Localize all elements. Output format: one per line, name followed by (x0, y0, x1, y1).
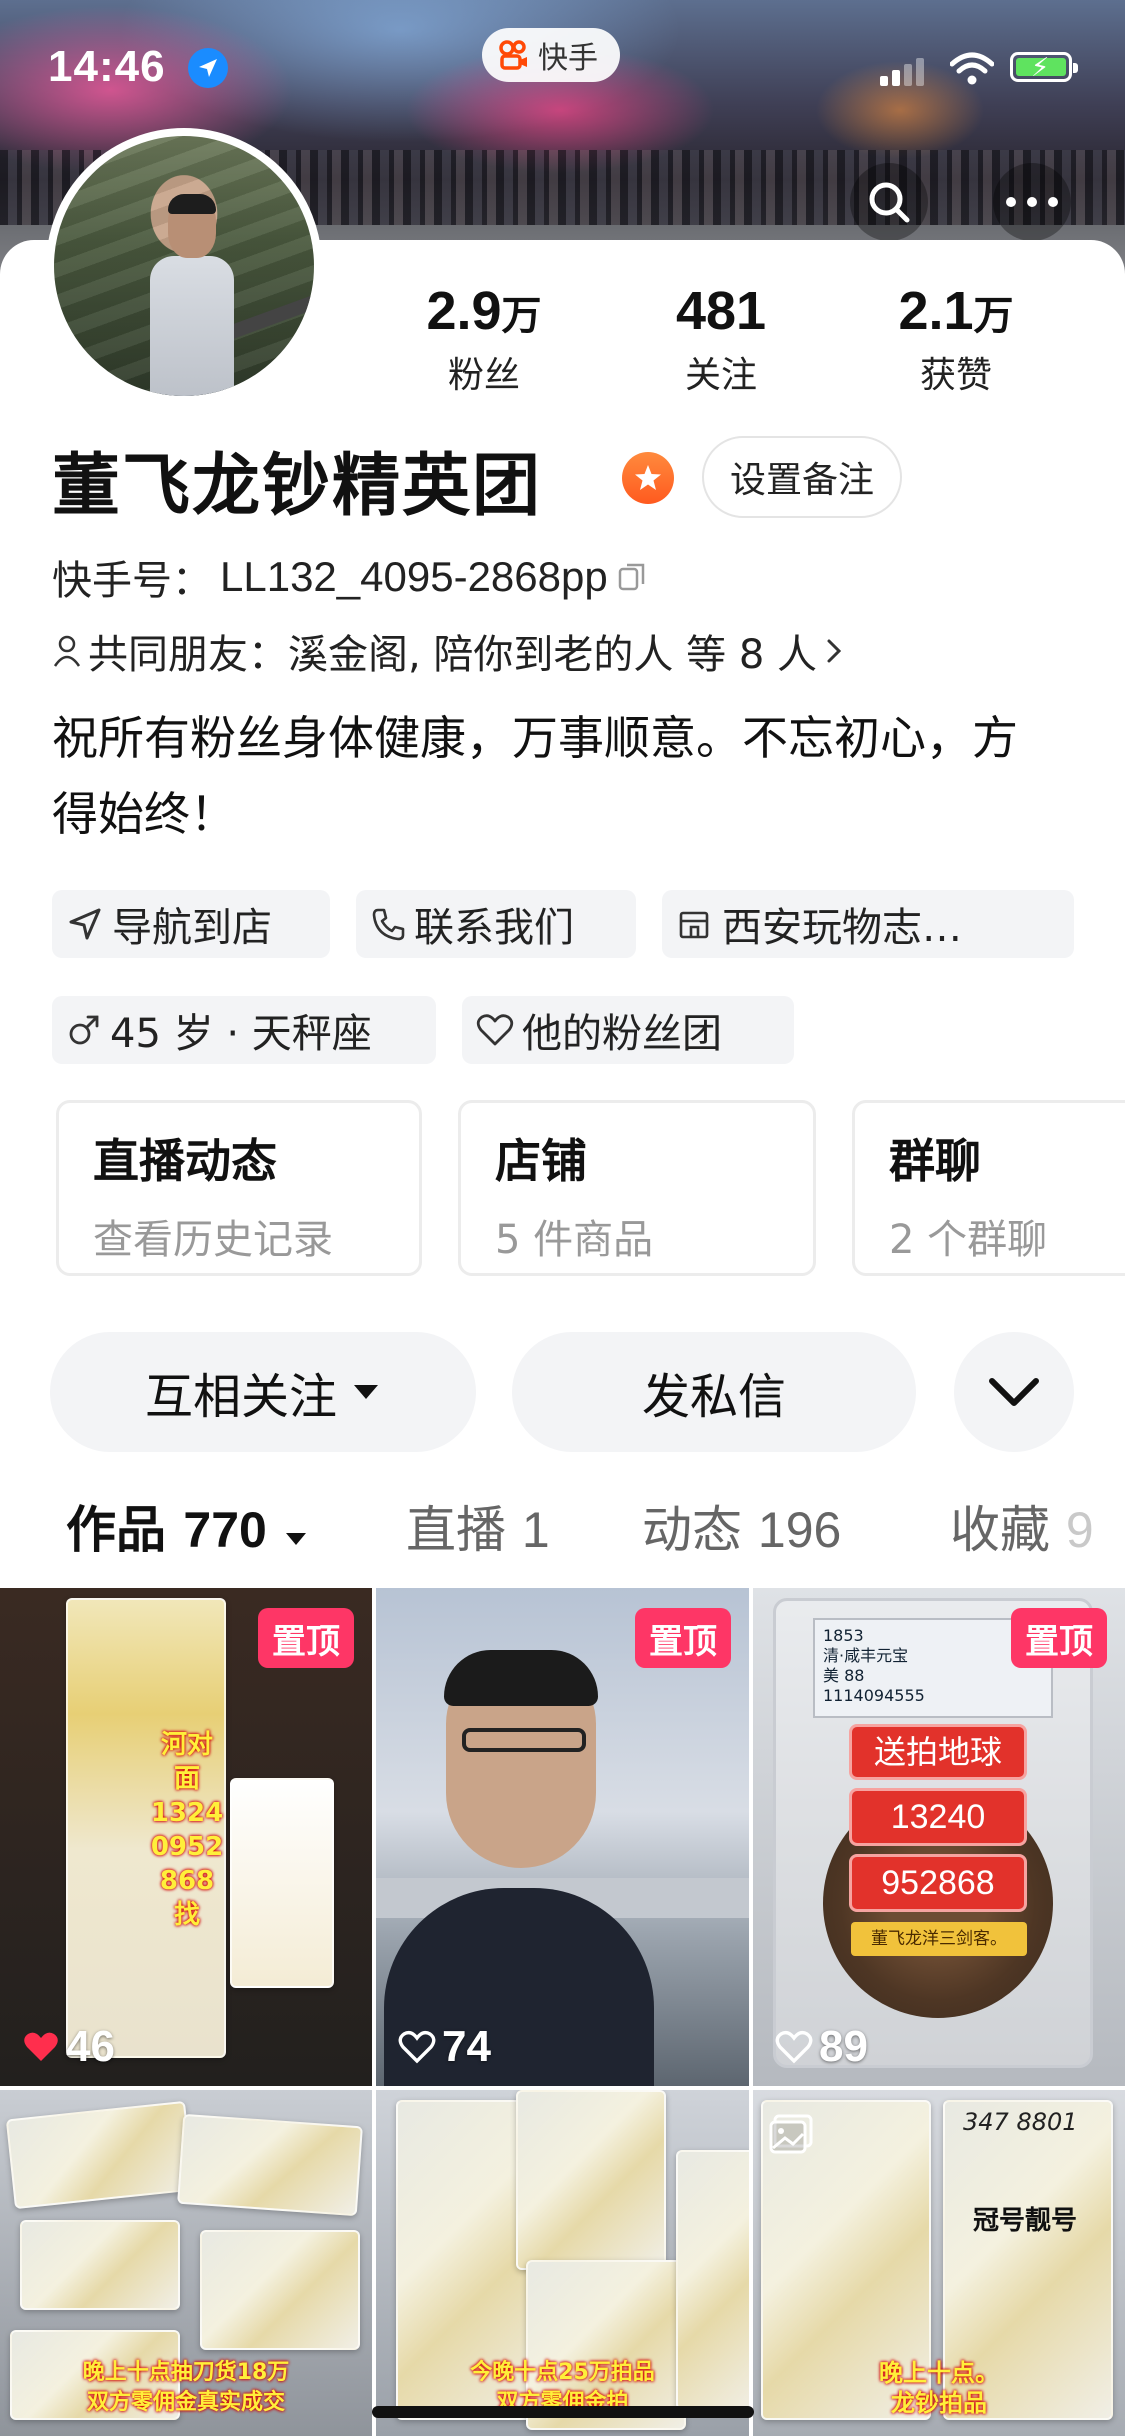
location-arrow-icon (188, 48, 228, 88)
video-thumbnail[interactable]: 今晚十点25万拍品 双方零佣金拍 (376, 2090, 749, 2436)
content-tabs: 作品 770 直播 1 动态 196 收藏 9 (0, 1490, 1125, 1600)
video-thumbnail[interactable]: 置顶 74 (376, 1588, 749, 2086)
avatar[interactable] (46, 128, 322, 404)
pinned-badge: 置顶 (635, 1608, 731, 1668)
male-icon (69, 1015, 99, 1045)
card-shop[interactable]: 店铺 5 件商品 (458, 1100, 816, 1276)
tab-live[interactable]: 直播 1 (406, 1490, 550, 1562)
send-message-button[interactable]: 发私信 (512, 1332, 916, 1452)
profile-bio: 祝所有粉丝身体健康，万事顺意。不忘初心，方得始终！ (52, 711, 1018, 841)
profile-panel: 2.9万 粉丝 481 关注 2.1万 获赞 董飞龙钞精英团 设置备注 快手号：… (0, 240, 1125, 1600)
followers-count: 2.9 (426, 281, 502, 341)
heart-outline-icon (775, 2030, 813, 2064)
kuaishou-id-value: LL132_4095-2868pp (220, 553, 608, 600)
more-options-button[interactable] (993, 163, 1071, 241)
caret-down-icon (286, 1533, 307, 1545)
video-grid: 河对面 1324 0952 868 找 置顶 46 置顶 74 1853 清·咸… (0, 1588, 1125, 2436)
chip-age-zodiac: 45 岁 · 天秤座 (52, 996, 436, 1064)
kuaishou-id-label: 快手号： (52, 558, 212, 604)
phone-icon (372, 908, 405, 941)
app-return-pill[interactable]: 快手 (482, 28, 620, 82)
chip-fan-group[interactable]: 他的粉丝团 (462, 996, 794, 1064)
expand-more-button[interactable] (954, 1332, 1074, 1452)
tab-works[interactable]: 作品 770 (66, 1490, 308, 1562)
battery-icon: ⚡ (1010, 52, 1078, 83)
video-thumbnail[interactable]: 河对面 1324 0952 868 找 置顶 46 (0, 1588, 372, 2086)
card-group-chat[interactable]: 群聊 2 个群聊 (852, 1100, 1125, 1276)
heart-outline-icon (476, 1014, 514, 1046)
navigation-icon (69, 908, 101, 940)
home-indicator[interactable] (372, 2406, 754, 2418)
app-pill-label: 快手 (538, 41, 598, 76)
following-count: 481 (675, 281, 767, 341)
tab-favorites[interactable]: 收藏 9 (950, 1490, 1094, 1562)
image-gallery-icon (769, 2114, 813, 2154)
status-time: 14:46 (48, 42, 166, 91)
likes-label: 获赞 (919, 355, 992, 396)
chip-navigate-to-store[interactable]: 导航到店 (52, 890, 330, 958)
search-icon (869, 182, 910, 223)
pinned-badge: 置顶 (1011, 1608, 1107, 1668)
copy-icon[interactable] (616, 560, 650, 594)
person-icon (53, 635, 81, 667)
video-thumbnail[interactable]: 347 8801 冠号靓号 晚上十点。 龙钞拍品 (753, 2090, 1125, 2436)
star-badge-icon[interactable] (622, 452, 674, 504)
stat-following[interactable]: 481 关注 (621, 280, 821, 398)
like-count: 46 (22, 2022, 115, 2072)
like-count: 74 (398, 2022, 491, 2072)
chevron-down-icon (989, 1378, 1039, 1406)
search-button[interactable] (850, 163, 928, 241)
store-icon (679, 911, 709, 939)
video-thumbnail[interactable]: 晚上十点抽刀货18万 双方零佣金真实成交 (0, 2090, 372, 2436)
chip-store-name[interactable]: 西安玩物志… (662, 890, 1074, 958)
video-thumbnail[interactable]: 1853 清·咸丰元宝 美 88 1114094555 送拍地球 13240 9… (753, 1588, 1125, 2086)
heart-outline-icon (398, 2030, 436, 2064)
chevron-right-icon (827, 639, 842, 663)
like-count: 89 (775, 2022, 868, 2072)
mutual-friends-row[interactable]: 共同朋友：溪金阁, 陪你到老的人 等 8 人 (52, 622, 845, 680)
following-label: 关注 (684, 355, 757, 396)
likes-count: 2.1 (898, 281, 974, 341)
followers-label: 粉丝 (447, 355, 520, 396)
heart-filled-icon (24, 2032, 58, 2061)
cellular-signal-icon (880, 58, 924, 86)
chip-contact-us[interactable]: 联系我们 (356, 890, 636, 958)
profile-name: 董飞龙钞精英团 (52, 447, 543, 526)
tab-moments[interactable]: 动态 196 (642, 1490, 841, 1562)
more-dots-icon (1006, 197, 1058, 207)
mutual-friends-text: 共同朋友：溪金阁, 陪你到老的人 等 8 人 (88, 632, 818, 678)
caret-down-icon (354, 1385, 378, 1399)
set-remark-button[interactable]: 设置备注 (702, 436, 903, 518)
pinned-badge: 置顶 (258, 1608, 354, 1668)
stat-followers[interactable]: 2.9万 粉丝 (384, 280, 584, 398)
stat-likes[interactable]: 2.1万 获赞 (856, 280, 1056, 398)
wifi-icon (950, 52, 994, 85)
kuaishou-logo-icon (499, 40, 527, 70)
kuaishou-id-row: 快手号： LL132_4095-2868pp (52, 548, 650, 606)
card-live-history[interactable]: 直播动态 查看历史记录 (56, 1100, 422, 1276)
mutual-follow-button[interactable]: 互相关注 (50, 1332, 476, 1452)
